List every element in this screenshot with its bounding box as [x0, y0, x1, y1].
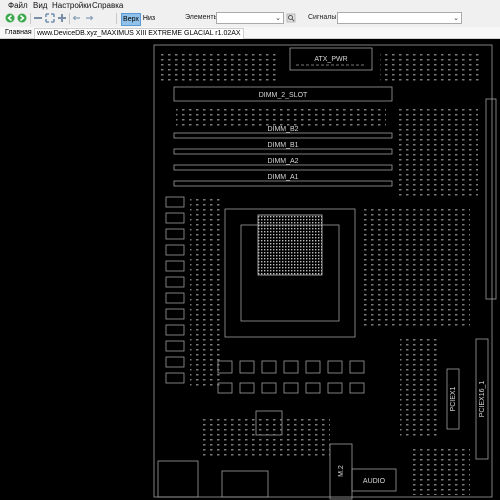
components-label: Элементы [185, 14, 219, 21]
chevron-down-icon: ⌄ [453, 15, 459, 22]
rotate-left-icon[interactable] [72, 13, 82, 23]
dimm-b1-slot [173, 148, 393, 155]
tab-board-file[interactable]: www.DeviceDB.xyz_MAXIMUS XIII EXTREME GL… [34, 28, 244, 39]
right-header [485, 98, 497, 300]
component-pattern [258, 215, 322, 275]
toolbar: Верх Низ Элементы ⌄ Сигналы ⌄ [0, 11, 500, 27]
audio-label: AUDIO [363, 478, 386, 485]
tab-home[interactable]: Главная [3, 28, 34, 38]
tab-bar: Главная www.DeviceDB.xyz_MAXIMUS XIII EX… [0, 27, 500, 39]
board-viewer[interactable]: ATX_PWR DIMM_2_SLOT DIMM_B2 DIMM_B1 DIMM… [0, 39, 500, 500]
io-block-2 [221, 470, 269, 498]
dimm-slot-label: DIMM_2_SLOT [259, 92, 308, 99]
menu-view[interactable]: Вид [33, 1, 47, 10]
dimm-a2-label: DIMM_A2 [267, 158, 298, 165]
signals-label: Сигналы [308, 14, 337, 21]
chevron-down-icon: ⌄ [275, 15, 281, 22]
side-bottom-button[interactable]: Низ [142, 13, 156, 24]
fit-icon[interactable] [45, 13, 55, 23]
side-top-button[interactable]: Верх [121, 13, 141, 26]
board-drawing[interactable]: ATX_PWR DIMM_2_SLOT DIMM_B2 DIMM_B1 DIMM… [0, 39, 500, 500]
back-icon[interactable] [5, 13, 15, 23]
toolbar-separator [116, 13, 117, 24]
io-block [157, 460, 199, 498]
dimm-b1-label: DIMM_B1 [267, 142, 298, 149]
dimm-b2-label: DIMM_B2 [267, 126, 298, 133]
dimm-a1-slot [173, 180, 393, 187]
menu-help[interactable]: Справка [92, 1, 123, 10]
search-icon[interactable] [286, 13, 296, 23]
signals-select[interactable]: ⌄ [337, 12, 462, 24]
vrm-bottom-phases [217, 360, 365, 394]
dimm-a2-slot [173, 164, 393, 171]
menu-bar: Файл Вид Настройки Справка [0, 0, 500, 11]
zoom-in-icon[interactable] [57, 13, 67, 23]
m2-label: M.2 [338, 465, 345, 477]
toolbar-separator [69, 13, 70, 24]
menu-file[interactable]: Файл [8, 1, 28, 10]
dimm-b2-slot [173, 132, 393, 139]
components-select[interactable]: ⌄ [216, 12, 284, 24]
rotate-right-icon[interactable] [84, 13, 94, 23]
atx-pwr-label: ATX_PWR [314, 56, 347, 63]
menu-settings[interactable]: Настройки [52, 1, 91, 10]
dimm-a1-label: DIMM_A1 [267, 174, 298, 181]
pciex1-label: PCIEX1 [450, 386, 457, 411]
vrm-left-phases [165, 196, 185, 384]
cpu-pin-grid [258, 215, 322, 275]
pciex16-label: PCIEX16_1 [479, 381, 486, 418]
forward-icon[interactable] [17, 13, 27, 23]
zoom-out-icon[interactable] [33, 13, 43, 23]
toolbar-separator [30, 13, 31, 24]
